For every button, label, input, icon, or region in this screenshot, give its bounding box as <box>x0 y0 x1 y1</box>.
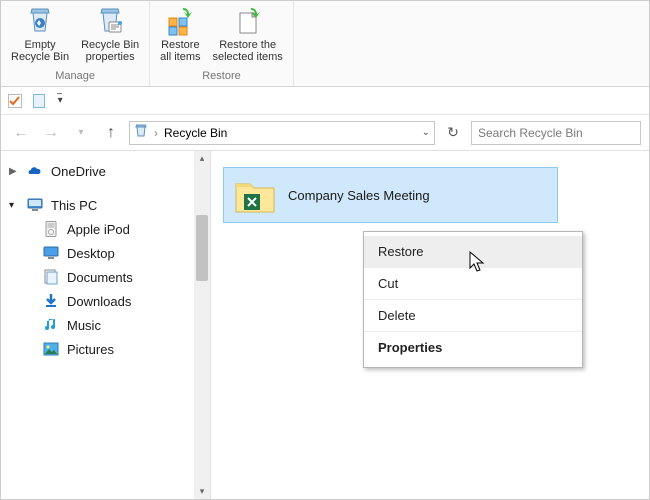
search-input[interactable]: Search Recycle Bin <box>471 121 641 145</box>
sidebar-item-this-pc[interactable]: ▾ This PC <box>1 193 210 217</box>
restore-selected-icon <box>232 5 264 37</box>
sidebar-item-downloads[interactable]: Downloads <box>1 289 210 313</box>
mouse-cursor-icon <box>469 251 487 278</box>
navigation-bar: ← → ▾ ↑ › Recycle Bin ⌄ ↻ Search Recycle… <box>1 115 649 151</box>
nav-back-button[interactable]: ← <box>9 121 33 145</box>
this-pc-icon <box>27 197 43 213</box>
address-dropdown-icon[interactable]: ⌄ <box>422 127 430 138</box>
qat-checkbox-icon[interactable] <box>7 93 23 109</box>
ribbon-group-restore-label: Restore <box>202 70 241 84</box>
sidebar-item-label: Music <box>67 318 101 333</box>
context-menu-delete[interactable]: Delete <box>364 300 582 332</box>
empty-recycle-bin-button[interactable]: Empty Recycle Bin <box>5 3 75 67</box>
documents-icon <box>43 269 59 285</box>
breadcrumb-location[interactable]: Recycle Bin <box>164 126 227 140</box>
nav-recent-dropdown[interactable]: ▾ <box>69 121 93 145</box>
collapse-caret-icon[interactable]: ▾ <box>9 200 14 211</box>
recycle-bin-properties-icon <box>94 5 126 37</box>
pictures-icon <box>43 341 59 357</box>
sidebar-item-label: Desktop <box>67 246 115 261</box>
sidebar-item-label: Downloads <box>67 294 131 309</box>
file-item-selected[interactable]: Company Sales Meeting <box>223 167 558 223</box>
restore-selected-label: Restore the selected items <box>213 39 283 63</box>
ribbon-toolbar: Empty Recycle Bin Recycle Bin properties… <box>1 1 649 87</box>
navigation-pane: ▶ OneDrive ▾ This PC Apple iPod Desktop <box>1 151 211 499</box>
ribbon-group-manage-label: Manage <box>55 70 95 84</box>
recycle-bin-properties-button[interactable]: Recycle Bin properties <box>75 3 145 67</box>
sidebar-item-ipod[interactable]: Apple iPod <box>1 217 210 241</box>
ipod-icon <box>43 221 59 237</box>
ribbon-group-restore: Restore all items Restore the selected i… <box>150 1 294 86</box>
onedrive-icon <box>27 163 43 179</box>
sidebar-onedrive-label: OneDrive <box>51 164 106 179</box>
sidebar-item-documents[interactable]: Documents <box>1 265 210 289</box>
ribbon-group-manage: Empty Recycle Bin Recycle Bin properties… <box>1 1 150 86</box>
search-placeholder: Search Recycle Bin <box>478 126 583 140</box>
empty-recycle-bin-label: Empty Recycle Bin <box>11 39 69 63</box>
restore-all-label: Restore all items <box>160 39 200 63</box>
context-menu-properties[interactable]: Properties <box>364 332 582 363</box>
file-name-label: Company Sales Meeting <box>288 188 430 203</box>
address-bar[interactable]: › Recycle Bin ⌄ <box>129 121 435 145</box>
sidebar-scrollbar[interactable]: ▴ ▾ <box>194 151 210 499</box>
sidebar-item-label: Pictures <box>67 342 114 357</box>
refresh-button[interactable]: ↻ <box>441 121 465 145</box>
breadcrumb-chevron-icon[interactable]: › <box>154 126 158 140</box>
desktop-icon <box>43 245 59 261</box>
recycle-bin-properties-label: Recycle Bin properties <box>81 39 139 63</box>
expand-caret-icon[interactable]: ▶ <box>9 166 17 177</box>
sidebar-item-pictures[interactable]: Pictures <box>1 337 210 361</box>
restore-all-icon <box>164 5 196 37</box>
qat-customize-icon[interactable]: ▾− <box>55 93 71 109</box>
music-icon <box>43 317 59 333</box>
sidebar-item-music[interactable]: Music <box>1 313 210 337</box>
restore-selected-button[interactable]: Restore the selected items <box>207 3 289 67</box>
folder-excel-icon <box>234 174 276 216</box>
nav-forward-button[interactable]: → <box>39 121 63 145</box>
sidebar-this-pc-label: This PC <box>51 198 97 213</box>
recycle-bin-icon <box>134 124 148 141</box>
sidebar-item-onedrive[interactable]: ▶ OneDrive <box>1 159 210 183</box>
restore-all-button[interactable]: Restore all items <box>154 3 206 67</box>
recycle-bin-empty-icon <box>24 5 56 37</box>
sidebar-item-label: Documents <box>67 270 133 285</box>
sidebar-item-desktop[interactable]: Desktop <box>1 241 210 265</box>
quick-access-toolbar: ▾− <box>1 87 649 115</box>
qat-file-icon[interactable] <box>31 93 47 109</box>
downloads-icon <box>43 293 59 309</box>
nav-up-button[interactable]: ↑ <box>99 121 123 145</box>
sidebar-item-label: Apple iPod <box>67 222 130 237</box>
scrollbar-thumb[interactable] <box>196 215 208 281</box>
